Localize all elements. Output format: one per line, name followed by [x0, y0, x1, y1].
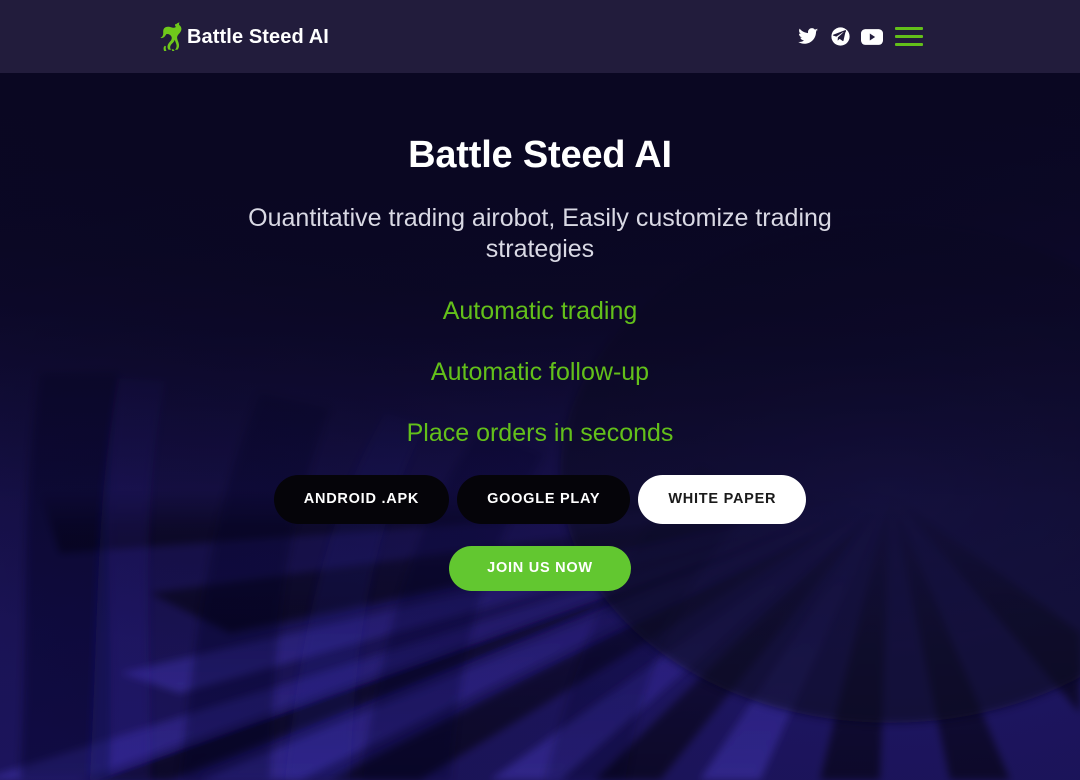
green-horse-icon	[160, 22, 182, 51]
brand-name-text: Battle Steed AI	[187, 25, 329, 48]
burger-line	[895, 27, 923, 30]
android-apk-button[interactable]: ANDROID .APK	[273, 474, 450, 524]
cta-row: JOIN US NOW	[449, 545, 631, 591]
join-us-now-button[interactable]: JOIN US NOW	[449, 545, 631, 591]
hero-subtitle: Ouantitative trading airobot, Easily cus…	[248, 203, 832, 264]
twitter-icon[interactable]	[797, 26, 819, 48]
feature-item-0: Automatic trading	[442, 296, 638, 325]
landing-page: Battle Steed AI Battle Steed AI Ouantita…	[0, 0, 1080, 780]
brand-logo-link[interactable]: Battle Steed AI	[160, 22, 329, 52]
telegram-icon[interactable]	[829, 26, 851, 48]
page-title: Battle Steed AI	[408, 134, 672, 176]
burger-line	[895, 35, 923, 38]
header-actions	[797, 26, 923, 48]
site-header: Battle Steed AI	[0, 0, 1080, 73]
feature-item-2: Place orders in seconds	[406, 418, 674, 447]
youtube-icon[interactable]	[861, 26, 883, 48]
feature-list: Automatic trading Automatic follow-up Pl…	[406, 296, 674, 447]
google-play-button[interactable]: GOOGLE PLAY	[457, 474, 631, 524]
download-button-row: ANDROID .APK GOOGLE PLAY WHITE PAPER	[273, 474, 807, 524]
feature-item-1: Automatic follow-up	[430, 357, 650, 386]
white-paper-button[interactable]: WHITE PAPER	[638, 474, 807, 524]
hamburger-menu-icon[interactable]	[895, 26, 923, 48]
hero-section: Battle Steed AI Ouantitative trading air…	[0, 73, 1080, 780]
burger-line	[895, 43, 923, 46]
hero-content: Battle Steed AI Ouantitative trading air…	[0, 73, 1080, 780]
